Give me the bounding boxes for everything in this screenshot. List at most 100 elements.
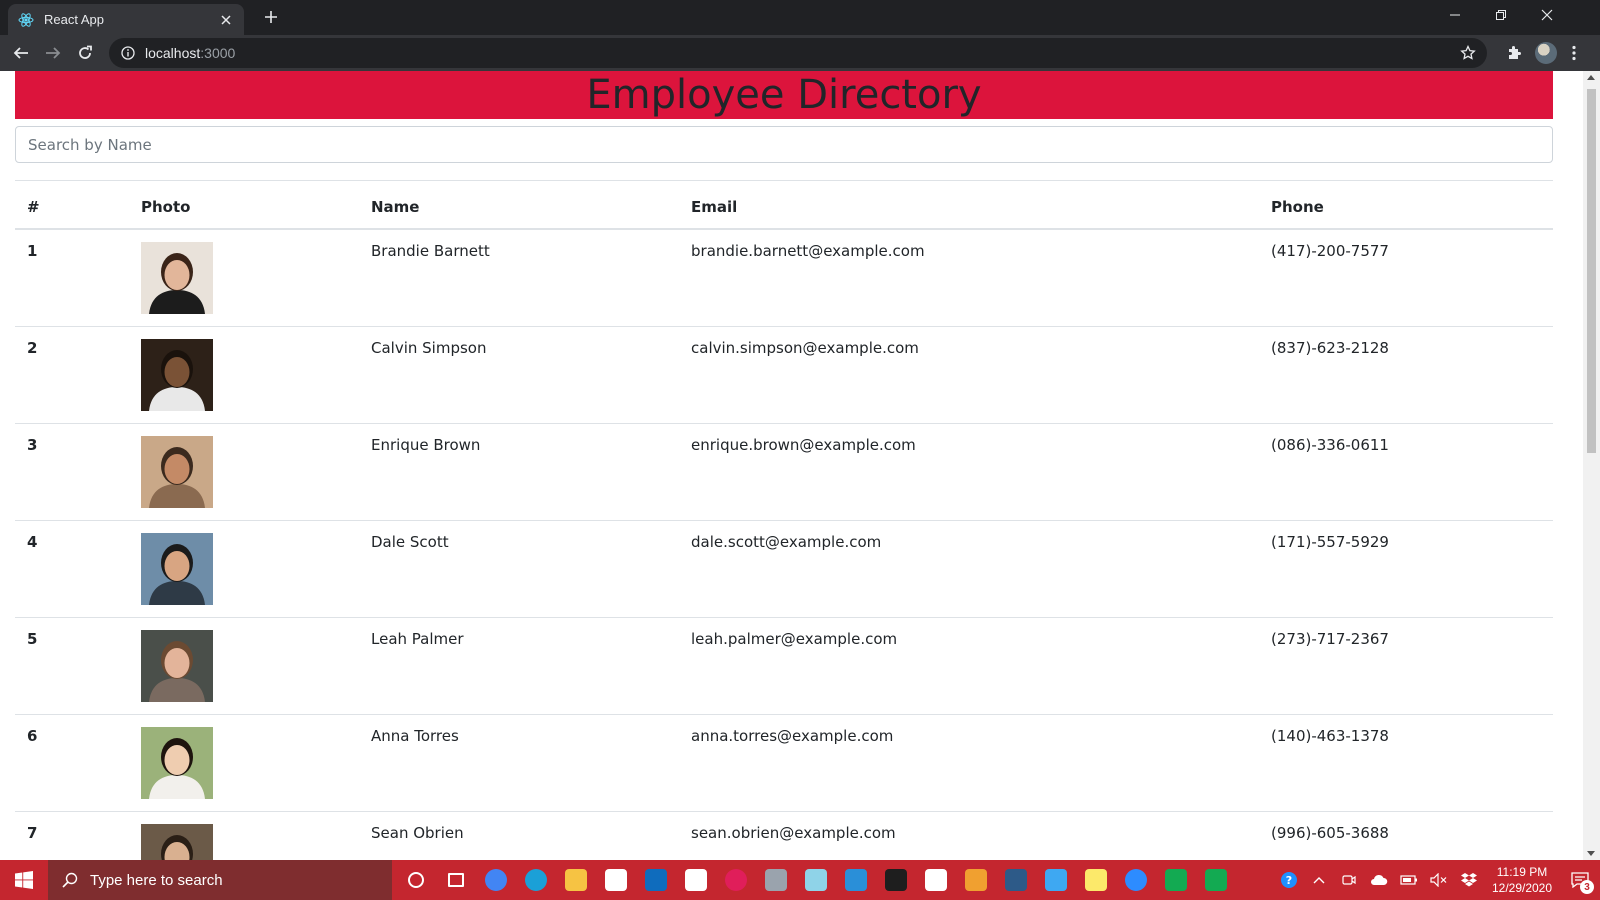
employee-photo: [141, 532, 213, 605]
back-icon[interactable]: [7, 39, 35, 67]
scroll-down-arrow-icon[interactable]: [1587, 851, 1595, 856]
restore-icon[interactable]: [1478, 0, 1524, 30]
cloud-icon[interactable]: [1364, 860, 1394, 900]
terminal-icon[interactable]: [876, 860, 916, 900]
react-icon: [18, 12, 34, 28]
row-number: 4: [15, 519, 129, 617]
employee-email: brandie.barnett@example.com: [679, 228, 1259, 326]
photo-cell: [129, 616, 359, 714]
camera-icon[interactable]: [756, 860, 796, 900]
reload-icon[interactable]: [71, 39, 99, 67]
close-window-icon[interactable]: [1524, 0, 1570, 30]
employee-phone: (140)-463-1378: [1259, 713, 1553, 811]
taskbar-clock[interactable]: 11:19 PM 12/29/2020: [1484, 864, 1560, 896]
scroll-up-arrow-icon[interactable]: [1587, 75, 1595, 80]
scrollbar-thumb[interactable]: [1587, 89, 1596, 453]
site-info-icon[interactable]: [119, 44, 137, 62]
photo-cell: [129, 713, 359, 811]
system-tray: ? 11:19 PM 12/29/2020 3: [1274, 860, 1600, 900]
employee-table: # Photo Name Email Phone 1 Brandie Barnet…: [15, 180, 1553, 860]
slack-icon[interactable]: [716, 860, 756, 900]
employee-name: Brandie Barnett: [359, 228, 679, 326]
minimize-icon[interactable]: [1432, 0, 1478, 30]
zoom-icon[interactable]: [1116, 860, 1156, 900]
file-explorer-icon[interactable]: [556, 860, 596, 900]
chrome-icon[interactable]: [476, 860, 516, 900]
employee-name: Dale Scott: [359, 519, 679, 617]
table-row: 7 Sean Obrien sean.obrien@example.com (996)…: [15, 810, 1553, 860]
address-bar[interactable]: localhost:3000: [109, 38, 1487, 68]
battery-icon[interactable]: [1394, 860, 1424, 900]
employee-phone: (996)-605-3688: [1259, 810, 1553, 860]
profile-avatar-icon[interactable]: [1534, 41, 1558, 65]
table-row: 2 Calvin Simpson calvin.simpson@example.co…: [15, 325, 1553, 423]
photo-cell: [129, 422, 359, 520]
page-scrollbar[interactable]: [1583, 71, 1600, 860]
new-tab-icon[interactable]: [260, 6, 282, 28]
windows-start-icon[interactable]: [0, 860, 48, 900]
column-header-email[interactable]: Email: [679, 180, 1259, 230]
mongodb-compass-icon[interactable]: [1156, 860, 1196, 900]
table-row: 6 Anna Torres anna.torres@example.com (140)…: [15, 713, 1553, 811]
onedrive-icon[interactable]: [1036, 860, 1076, 900]
employee-phone: (837)-623-2128: [1259, 325, 1553, 423]
employee-email: anna.torres@example.com: [679, 713, 1259, 811]
sticky-notes-icon[interactable]: [1076, 860, 1116, 900]
store-icon[interactable]: [596, 860, 636, 900]
mongodb-icon[interactable]: [1196, 860, 1236, 900]
employee-email: sean.obrien@example.com: [679, 810, 1259, 860]
employee-name: Calvin Simpson: [359, 325, 679, 423]
employee-photo: [141, 726, 213, 799]
column-header-photo[interactable]: Photo: [129, 180, 359, 230]
photo-cell: [129, 519, 359, 617]
dropbox-icon[interactable]: [1454, 860, 1484, 900]
notification-badge: 3: [1580, 880, 1594, 894]
employee-photo: [141, 823, 213, 860]
row-number: 5: [15, 616, 129, 714]
notification-center-icon[interactable]: 3: [1560, 860, 1600, 900]
photo-cell: [129, 325, 359, 423]
table-row: 3 Enrique Brown enrique.brown@example.com(…: [15, 422, 1553, 520]
column-header-number[interactable]: #: [15, 180, 129, 230]
browser-tab[interactable]: React App: [8, 4, 244, 35]
svg-text:?: ?: [1286, 874, 1292, 887]
bookmark-star-icon[interactable]: [1459, 44, 1477, 62]
cortana-icon[interactable]: [396, 860, 436, 900]
vscode-icon[interactable]: [836, 860, 876, 900]
amazon-icon[interactable]: [676, 860, 716, 900]
page-title: Employee Directory: [586, 72, 982, 118]
task-view-icon[interactable]: [436, 860, 476, 900]
employee-email: leah.palmer@example.com: [679, 616, 1259, 714]
table-header-row: # Photo Name Email Phone: [15, 180, 1553, 230]
url-host: localhost: [145, 45, 201, 61]
edge-icon[interactable]: [516, 860, 556, 900]
employee-name: Enrique Brown: [359, 422, 679, 520]
column-header-phone[interactable]: Phone: [1259, 180, 1553, 230]
row-number: 3: [15, 422, 129, 520]
extensions-puzzle-icon[interactable]: [1502, 41, 1526, 65]
chevron-up-icon[interactable]: [1304, 860, 1334, 900]
mail-icon[interactable]: [636, 860, 676, 900]
close-tab-icon[interactable]: [218, 12, 234, 28]
git-icon[interactable]: [956, 860, 996, 900]
forward-icon[interactable]: [39, 39, 67, 67]
surface-icon[interactable]: [796, 860, 836, 900]
volume-muted-icon[interactable]: [1424, 860, 1454, 900]
taskbar-search-placeholder: Type here to search: [90, 871, 223, 889]
employee-photo: [141, 241, 213, 314]
employee-email: enrique.brown@example.com: [679, 422, 1259, 520]
column-header-name[interactable]: Name: [359, 180, 679, 230]
page-viewport: Employee Directory # Photo Name Email Ph…: [0, 71, 1583, 860]
employee-name: Sean Obrien: [359, 810, 679, 860]
tab-title: React App: [44, 12, 104, 27]
browser-toolbar: localhost:3000: [0, 35, 1600, 71]
mysql-icon[interactable]: [996, 860, 1036, 900]
taskbar-search-box[interactable]: Type here to search: [48, 860, 392, 900]
search-input[interactable]: [15, 126, 1553, 163]
photo-cell: [129, 228, 359, 326]
menu-kebab-icon[interactable]: [1566, 41, 1582, 65]
help-icon[interactable]: ?: [1274, 860, 1304, 900]
reader-icon[interactable]: [916, 860, 956, 900]
meet-now-icon[interactable]: [1334, 860, 1364, 900]
employee-email: calvin.simpson@example.com: [679, 325, 1259, 423]
